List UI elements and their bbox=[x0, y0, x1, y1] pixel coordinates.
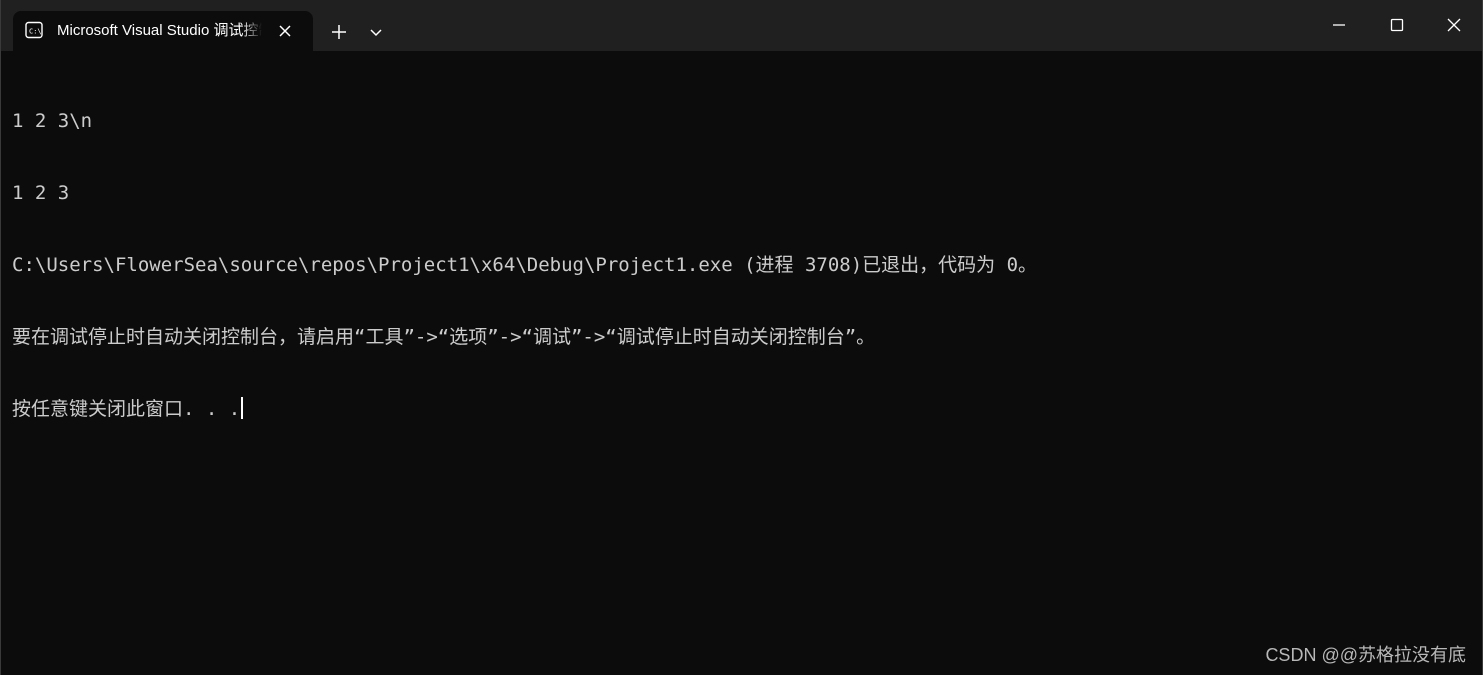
plus-icon[interactable] bbox=[326, 19, 352, 45]
close-icon[interactable] bbox=[1439, 10, 1469, 40]
console-line: 1 2 3\n bbox=[12, 110, 93, 132]
console-line-text: 按任意键关闭此窗口. . . bbox=[12, 398, 241, 420]
svg-text:C:\: C:\ bbox=[29, 28, 42, 36]
console-icon: C:\ bbox=[25, 21, 43, 39]
console-line: 1 2 3 bbox=[12, 182, 70, 204]
maximize-icon[interactable] bbox=[1382, 10, 1412, 40]
chevron-down-icon[interactable] bbox=[365, 21, 387, 43]
tab-title: Microsoft Visual Studio 调试控制台 bbox=[57, 22, 262, 39]
console-output[interactable]: 1 2 3\n 1 2 3 C:\Users\FlowerSea\source\… bbox=[12, 61, 1472, 469]
console-line: 要在调试停止时自动关闭控制台，请启用“工具”->“选项”->“调试”->“调试停… bbox=[12, 326, 876, 348]
title-bar[interactable]: C:\ Microsoft Visual Studio 调试控制台 bbox=[1, 0, 1482, 51]
console-prompt-line: 按任意键关闭此窗口. . . bbox=[12, 397, 1472, 421]
console-line: C:\Users\FlowerSea\source\repos\Project1… bbox=[12, 254, 1038, 276]
close-icon[interactable] bbox=[275, 21, 295, 41]
minimize-icon[interactable] bbox=[1324, 10, 1354, 40]
terminal-window: C:\ Microsoft Visual Studio 调试控制台 1 2 3\… bbox=[0, 0, 1483, 675]
tab-debug-console[interactable]: C:\ Microsoft Visual Studio 调试控制台 bbox=[13, 11, 313, 51]
text-cursor bbox=[241, 397, 244, 419]
watermark: CSDN @@苏格拉没有底 bbox=[1265, 645, 1466, 665]
